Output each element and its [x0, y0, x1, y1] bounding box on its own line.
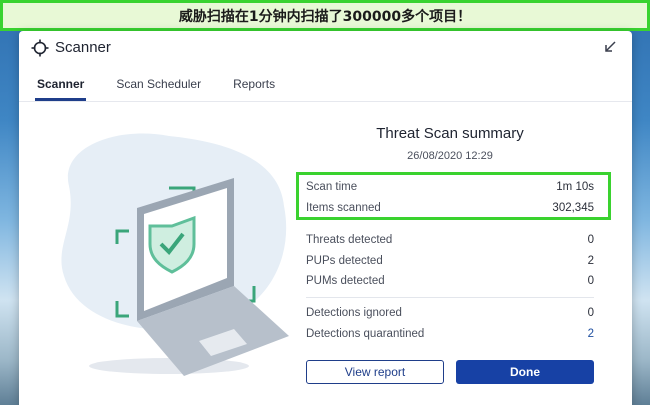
- view-report-button[interactable]: View report: [306, 360, 444, 384]
- pups-value: 2: [587, 255, 594, 267]
- quarantined-label: Detections quarantined: [306, 328, 425, 340]
- title-bar: Scanner: [19, 31, 632, 65]
- arrow-down-left-icon[interactable]: [602, 39, 618, 55]
- laptop-shield-illustration: [61, 133, 289, 376]
- caption-banner: 威胁扫描在1分钟内扫描了300000多个项目！: [0, 0, 650, 31]
- tabs-divider: [19, 101, 632, 102]
- tab-scanner[interactable]: Scanner: [34, 75, 87, 101]
- scanner-window: Scanner Scanner Scan Scheduler Reports T…: [19, 31, 632, 405]
- ignored-value: 0: [587, 307, 594, 319]
- pups-label: PUPs detected: [306, 255, 383, 267]
- caption-text: 威胁扫描在1分钟内扫描了300000多个项目！: [178, 8, 472, 25]
- threats-label: Threats detected: [306, 234, 393, 246]
- pums-value: 0: [587, 275, 594, 287]
- tab-reports[interactable]: Reports: [233, 75, 275, 101]
- threats-value: 0: [587, 234, 594, 246]
- summary-divider: [306, 297, 594, 298]
- pums-label: PUMs detected: [306, 275, 385, 287]
- quarantined-value[interactable]: 2: [588, 328, 594, 340]
- done-button[interactable]: Done: [456, 360, 594, 384]
- ignored-label: Detections ignored: [306, 307, 402, 319]
- highlight-box: [296, 172, 611, 220]
- summary-title: Threat Scan summary: [376, 125, 524, 142]
- window-title: Scanner: [55, 39, 111, 56]
- crosshair-icon: [31, 39, 49, 57]
- summary-date: 26/08/2020 12:29: [407, 150, 493, 162]
- tab-bar: Scanner Scan Scheduler Reports: [34, 75, 307, 101]
- tab-scan-scheduler[interactable]: Scan Scheduler: [116, 75, 201, 101]
